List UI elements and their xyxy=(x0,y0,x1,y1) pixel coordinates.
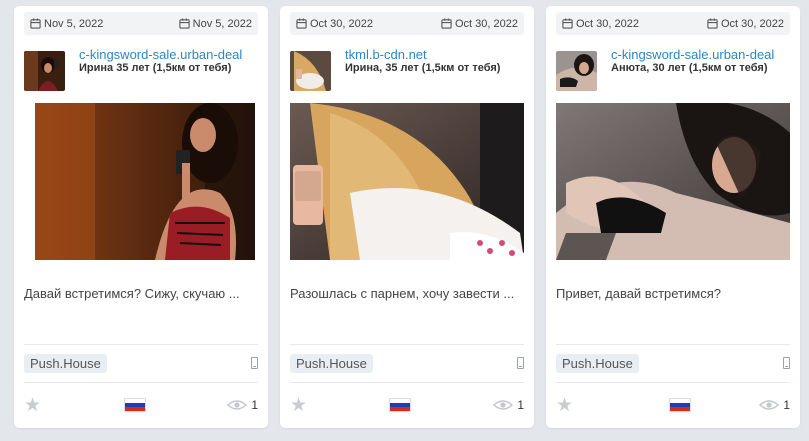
date-range: Nov 5, 2022 Nov 5, 2022 xyxy=(24,12,258,35)
phone-icon xyxy=(251,357,258,369)
ad-title: Анюта, 30 лет (1,5км от тебя) xyxy=(611,62,768,74)
network-tag[interactable]: Push.House xyxy=(24,354,107,373)
ad-domain-link[interactable]: c-kingsword-sale.urban-deal xyxy=(79,47,262,62)
divider xyxy=(24,344,258,345)
calendar-icon xyxy=(296,18,307,29)
ads-grid: Nov 5, 2022 Nov 5, 2022 c-kingsword-sale… xyxy=(14,6,809,441)
ad-domain-link[interactable]: c-kingsword-sale.urban-deal xyxy=(611,47,794,62)
divider xyxy=(24,382,258,383)
ad-title: Ирина 35 лет (1,5км от тебя) xyxy=(79,62,232,74)
views-number: 1 xyxy=(783,398,790,412)
eye-icon xyxy=(493,400,514,410)
views-number: 1 xyxy=(251,398,258,412)
ad-card[interactable]: Oct 30, 2022 Oct 30, 2022 c-kingsword-sa… xyxy=(546,6,800,428)
calendar-icon xyxy=(707,18,718,29)
avatar xyxy=(24,51,65,91)
ad-image xyxy=(35,103,255,260)
date-end-text: Nov 5, 2022 xyxy=(192,17,252,30)
ad-card[interactable]: Nov 5, 2022 Nov 5, 2022 c-kingsword-sale… xyxy=(14,6,268,428)
ad-image xyxy=(556,103,790,260)
russia-flag-icon xyxy=(124,398,146,412)
ad-description: Разошлась с парнем, хочу завести ... xyxy=(290,286,515,301)
date-end: Nov 5, 2022 xyxy=(179,18,252,30)
date-start: Oct 30, 2022 xyxy=(562,18,639,30)
date-start: Oct 30, 2022 xyxy=(296,18,373,30)
date-start-text: Nov 5, 2022 xyxy=(44,17,104,30)
network-tag[interactable]: Push.House xyxy=(556,354,639,373)
calendar-icon xyxy=(179,18,190,29)
date-range: Oct 30, 2022 Oct 30, 2022 xyxy=(556,12,790,35)
russia-flag-icon xyxy=(389,398,411,412)
date-end: Oct 30, 2022 xyxy=(441,18,518,30)
avatar xyxy=(556,51,597,91)
eye-icon xyxy=(227,400,248,410)
phone-icon xyxy=(517,357,524,369)
star-icon[interactable]: ★ xyxy=(24,396,41,415)
views-number: 1 xyxy=(517,398,524,412)
phone-icon xyxy=(783,357,790,369)
ad-card[interactable]: Oct 30, 2022 Oct 30, 2022 tkml.b-cdn.net… xyxy=(280,6,534,428)
date-range: Oct 30, 2022 Oct 30, 2022 xyxy=(290,12,524,35)
divider xyxy=(556,382,790,383)
divider xyxy=(290,382,524,383)
russia-flag-icon xyxy=(669,398,691,412)
date-start-text: Oct 30, 2022 xyxy=(310,17,373,30)
network-tag[interactable]: Push.House xyxy=(290,354,373,373)
date-start-text: Oct 30, 2022 xyxy=(576,17,639,30)
ad-title: Ирина, 35 лет (1,5км от тебя) xyxy=(345,62,501,74)
avatar xyxy=(290,51,331,91)
ad-description: Давай встретимся? Сижу, скучаю ... xyxy=(24,286,240,301)
ad-domain-link[interactable]: tkml.b-cdn.net xyxy=(345,47,528,62)
ad-description: Привет, давай встретимся? xyxy=(556,286,721,301)
date-start: Nov 5, 2022 xyxy=(30,18,103,30)
date-end: Oct 30, 2022 xyxy=(707,18,784,30)
calendar-icon xyxy=(30,18,41,29)
star-icon[interactable]: ★ xyxy=(290,396,307,415)
divider xyxy=(290,344,524,345)
ad-image xyxy=(290,103,524,260)
views-count: 1 xyxy=(493,398,524,412)
views-count: 1 xyxy=(227,398,258,412)
star-icon[interactable]: ★ xyxy=(556,396,573,415)
eye-icon xyxy=(759,400,780,410)
calendar-icon xyxy=(441,18,452,29)
calendar-icon xyxy=(562,18,573,29)
date-end-text: Oct 30, 2022 xyxy=(721,17,784,30)
views-count: 1 xyxy=(759,398,790,412)
date-end-text: Oct 30, 2022 xyxy=(455,17,518,30)
divider xyxy=(556,344,790,345)
